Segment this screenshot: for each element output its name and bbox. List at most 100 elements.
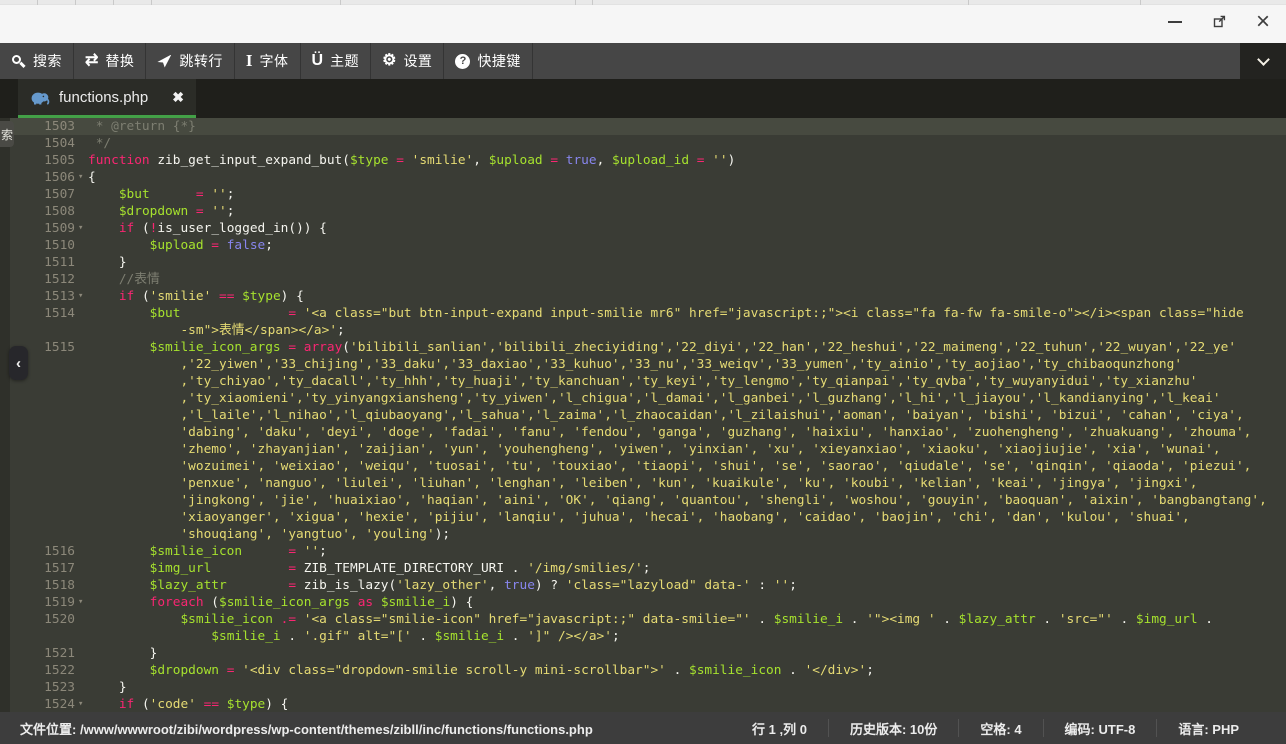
search-icon	[11, 54, 26, 69]
gutter-cell	[0, 458, 88, 475]
code-line[interactable]: */	[88, 135, 111, 152]
code-row: 1504 */	[0, 135, 1286, 152]
gutter-cell	[0, 407, 88, 424]
close-button[interactable]: ×	[1254, 13, 1272, 31]
line-number: 1519	[12, 594, 75, 611]
toolbar-button-label: 快捷键	[477, 51, 521, 71]
toolbar-button-settings[interactable]: ⚙设置	[371, 43, 444, 79]
fold-arrow-icon[interactable]: ▾	[75, 696, 88, 712]
code-line[interactable]: if (!is_user_logged_in()) {	[88, 220, 327, 237]
file-location-label: 文件位置:	[20, 722, 76, 737]
code-row: 1520 $smilie_icon .= '<a class="smilie-i…	[0, 611, 1286, 628]
code-row: 1512 //表情	[0, 271, 1286, 288]
code-line[interactable]: foreach ($smilie_icon_args as $smilie_i)…	[88, 594, 473, 611]
code-row: 'shouqiang', 'yangtuo', 'youling');	[0, 526, 1286, 543]
code-line[interactable]: function zib_get_input_expand_but($type …	[88, 152, 735, 169]
collapsed-search-panel-tab[interactable]: 索	[0, 121, 14, 147]
toolbar-button-label: 替换	[105, 51, 134, 71]
line-number: 1511	[12, 254, 75, 271]
code-line[interactable]: * @return {*}	[88, 118, 196, 135]
toolbar-button-font[interactable]: I字体	[235, 43, 301, 79]
gutter-cell	[0, 492, 88, 509]
line-number: 1518	[12, 577, 75, 594]
restore-button[interactable]	[1210, 13, 1228, 31]
code-line[interactable]: ,'ty_xiaomieni','ty_yinyangxiansheng','t…	[88, 390, 1221, 407]
gutter-cell: 1514	[0, 305, 88, 322]
toolbar-button-label: 主题	[330, 51, 359, 71]
code-line[interactable]: $dropdown = '<div class="dropdown-smilie…	[88, 662, 874, 679]
code-line[interactable]: ,'l_laile','l_nihao','l_qiubaoyang','l_s…	[88, 407, 1244, 424]
line-number: 1521	[12, 645, 75, 662]
gutter-cell: 1522	[0, 662, 88, 679]
code-line[interactable]: //表情	[88, 271, 160, 288]
code-line[interactable]: $but = '';	[88, 186, 234, 203]
line-number: 1514	[12, 305, 75, 322]
code-row: $smilie_i . '.gif" alt="[' . $smilie_i .…	[0, 628, 1286, 645]
code-line[interactable]: 'shouqiang', 'yangtuo', 'youling');	[88, 526, 450, 543]
code-line[interactable]: $smilie_icon = '';	[88, 543, 327, 560]
code-line[interactable]: $but = '<a class="but btn-input-expand i…	[88, 305, 1244, 322]
code-line[interactable]: -sm">表情</span></a>';	[88, 322, 345, 339]
code-row: 1510 $upload = false;	[0, 237, 1286, 254]
code-line[interactable]: $smilie_i . '.gif" alt="[' . $smilie_i .…	[88, 628, 620, 645]
code-row: ,'l_laile','l_nihao','l_qiubaoyang','l_s…	[0, 407, 1286, 424]
tab-close-icon[interactable]: ✖	[172, 89, 184, 106]
code-line[interactable]: $smilie_icon .= '<a class="smilie-icon" …	[88, 611, 1213, 628]
toolbar-overflow-button[interactable]	[1240, 43, 1286, 79]
code-line[interactable]: $smilie_icon_args = array('bilibili_sanl…	[88, 339, 1236, 356]
line-number: 1507	[12, 186, 75, 203]
line-number: 1512	[12, 271, 75, 288]
toolbar-button-label: 跳转行	[179, 51, 223, 71]
minimize-button[interactable]	[1166, 13, 1184, 31]
code-row: 1519▾ foreach ($smilie_icon_args as $smi…	[0, 594, 1286, 611]
toolbar-button-theme[interactable]: Ü 主题	[301, 43, 372, 79]
code-line[interactable]: 'wozuimei', 'weixiao', 'weiqu', 'tuosai'…	[88, 458, 1251, 475]
theme-icon: Ü	[312, 53, 324, 69]
fold-arrow-icon[interactable]: ▾	[75, 288, 88, 305]
code-line[interactable]: $upload = false;	[88, 237, 273, 254]
fold-arrow-icon[interactable]: ▾	[75, 169, 88, 186]
code-line[interactable]: if ('smilie' == $type) {	[88, 288, 304, 305]
toolbar-button-search[interactable]: 搜索	[0, 43, 74, 79]
gutter-cell: 1513▾	[0, 288, 88, 305]
code-line[interactable]: ,'22_yiwen','33_chijing','33_daku','33_d…	[88, 356, 1182, 373]
toolbar-button-shortcuts[interactable]: ?快捷键	[444, 43, 533, 79]
sidebar-collapse-handle[interactable]: ‹	[9, 346, 28, 380]
code-line[interactable]: $dropdown = '';	[88, 203, 234, 220]
code-row: 'jingkong', 'jie', 'huaixiao', 'haqian',…	[0, 492, 1286, 509]
code-line[interactable]: if ('code' == $type) {	[88, 696, 288, 712]
tab-functions-php[interactable]: functions.php ✖	[18, 79, 196, 118]
toolbar-button-replace[interactable]: ⇄替换	[74, 43, 146, 79]
code-editor[interactable]: 1503 * @return {*}1504 */1505function zi…	[0, 118, 1286, 712]
file-location: 文件位置: /www/wwwroot/zibi/wordpress/wp-con…	[0, 719, 731, 738]
code-line[interactable]: 'penxue', 'nanguo', 'liulei', 'liuhan', …	[88, 475, 1197, 492]
code-row: -sm">表情</span></a>';	[0, 322, 1286, 339]
fold-arrow-icon[interactable]: ▾	[75, 594, 88, 611]
chevron-left-icon: ‹	[16, 355, 21, 372]
code-line[interactable]: 'dabing', 'daku', 'deyi', 'doge', 'fadai…	[88, 424, 1251, 441]
code-line[interactable]: {	[88, 169, 96, 186]
code-row: 'penxue', 'nanguo', 'liulei', 'liuhan', …	[0, 475, 1286, 492]
code-line[interactable]: ,'ty_chiyao','ty_dacall','ty_hhh','ty_hu…	[88, 373, 1197, 390]
gutter-cell	[0, 390, 88, 407]
toolbar-button-goto-line[interactable]: 跳转行	[146, 43, 235, 79]
fold-arrow-icon[interactable]: ▾	[75, 220, 88, 237]
code-line[interactable]: 'jingkong', 'jie', 'huaixiao', 'haqian',…	[88, 492, 1267, 509]
code-line[interactable]: $img_url = ZIB_TEMPLATE_DIRECTORY_URI . …	[88, 560, 650, 577]
toolbar-button-label: 字体	[260, 51, 289, 71]
code-line[interactable]: 'zhemo', 'zhayanjian', 'zaijian', 'yun',…	[88, 441, 1221, 458]
gutter-cell: 1512	[0, 271, 88, 288]
code-row: 1515 $smilie_icon_args = array('bilibili…	[0, 339, 1286, 356]
code-line[interactable]: }	[88, 679, 127, 696]
line-number: 1516	[12, 543, 75, 560]
code-line[interactable]: 'xiaoyanger', 'xigua', 'hexie', 'pijiu',…	[88, 509, 1190, 526]
code-row: 1514 $but = '<a class="but btn-input-exp…	[0, 305, 1286, 322]
code-line[interactable]: }	[88, 645, 157, 662]
gutter-cell	[0, 322, 88, 339]
line-number: 1513	[12, 288, 75, 305]
code-row: 1517 $img_url = ZIB_TEMPLATE_DIRECTORY_U…	[0, 560, 1286, 577]
php-elephant-icon	[30, 90, 50, 105]
code-line[interactable]: $lazy_attr = zib_is_lazy('lazy_other', t…	[88, 577, 797, 594]
gutter-cell: 1523	[0, 679, 88, 696]
code-line[interactable]: }	[88, 254, 127, 271]
